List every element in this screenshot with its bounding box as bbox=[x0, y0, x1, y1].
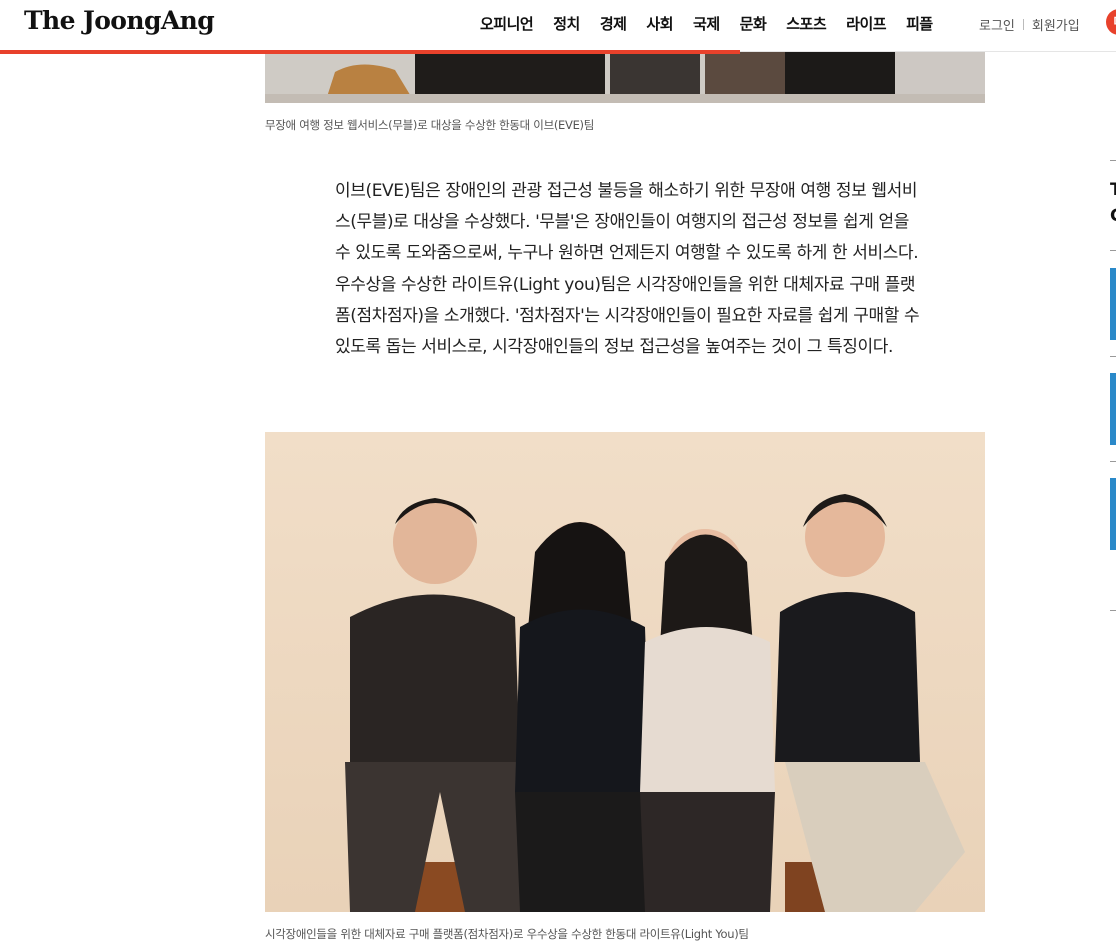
photo-caption-top: 무장애 여행 정보 웹서비스(무블)로 대상을 수상한 한동대 이브(EVE)팀 bbox=[265, 118, 595, 132]
rail-divider bbox=[1110, 610, 1116, 611]
light-you-team-photo-graphic bbox=[265, 432, 985, 912]
rail-divider bbox=[1110, 250, 1116, 251]
article-paragraph: 이브(EVE)팀은 장애인의 관광 접근성 불등을 해소하기 위한 무장애 여행… bbox=[335, 181, 920, 358]
nav-international[interactable]: 국제 bbox=[693, 13, 720, 34]
rail-title-fragment-1: T bbox=[1110, 180, 1116, 200]
rail-thumbnail[interactable] bbox=[1110, 478, 1116, 550]
main-nav: 오피니언 정치 경제 사회 국제 문화 스포츠 라이프 피플 bbox=[480, 13, 953, 34]
auth-divider bbox=[1022, 19, 1024, 30]
nav-society[interactable]: 사회 bbox=[646, 13, 673, 34]
photo-caption-bottom: 시각장애인들을 위한 대체자료 구매 플랫폼(점차점자)로 우수상을 수상한 한… bbox=[265, 927, 749, 941]
nav-sports[interactable]: 스포츠 bbox=[786, 13, 826, 34]
rail-divider bbox=[1110, 461, 1116, 462]
site-header: The JoongAng 오피니언 정치 경제 사회 국제 문화 스포츠 라이프… bbox=[0, 0, 1116, 52]
signup-link[interactable]: 회원가입 bbox=[1032, 15, 1080, 34]
site-logo[interactable]: The JoongAng bbox=[24, 6, 215, 35]
rail-title-fragment-2: C bbox=[1110, 206, 1116, 226]
rail-divider bbox=[1110, 160, 1116, 161]
nav-economy[interactable]: 경제 bbox=[600, 13, 627, 34]
user-menu-badge[interactable]: 마 bbox=[1106, 9, 1116, 35]
article-photo-light-you-team bbox=[265, 432, 985, 912]
rail-thumbnail[interactable] bbox=[1110, 373, 1116, 445]
rail-thumbnail[interactable] bbox=[1110, 268, 1116, 340]
auth-links: 로그인 회원가입 bbox=[979, 15, 1080, 34]
nav-culture[interactable]: 문화 bbox=[740, 13, 767, 34]
nav-politics[interactable]: 정치 bbox=[553, 13, 580, 34]
nav-people[interactable]: 피플 bbox=[906, 13, 933, 34]
nav-opinion[interactable]: 오피니언 bbox=[480, 13, 534, 34]
right-rail: T C bbox=[1108, 0, 1116, 951]
rail-divider bbox=[1110, 356, 1116, 357]
login-link[interactable]: 로그인 bbox=[979, 15, 1015, 34]
reading-progress-bar bbox=[0, 50, 740, 54]
nav-life[interactable]: 라이프 bbox=[846, 13, 886, 34]
